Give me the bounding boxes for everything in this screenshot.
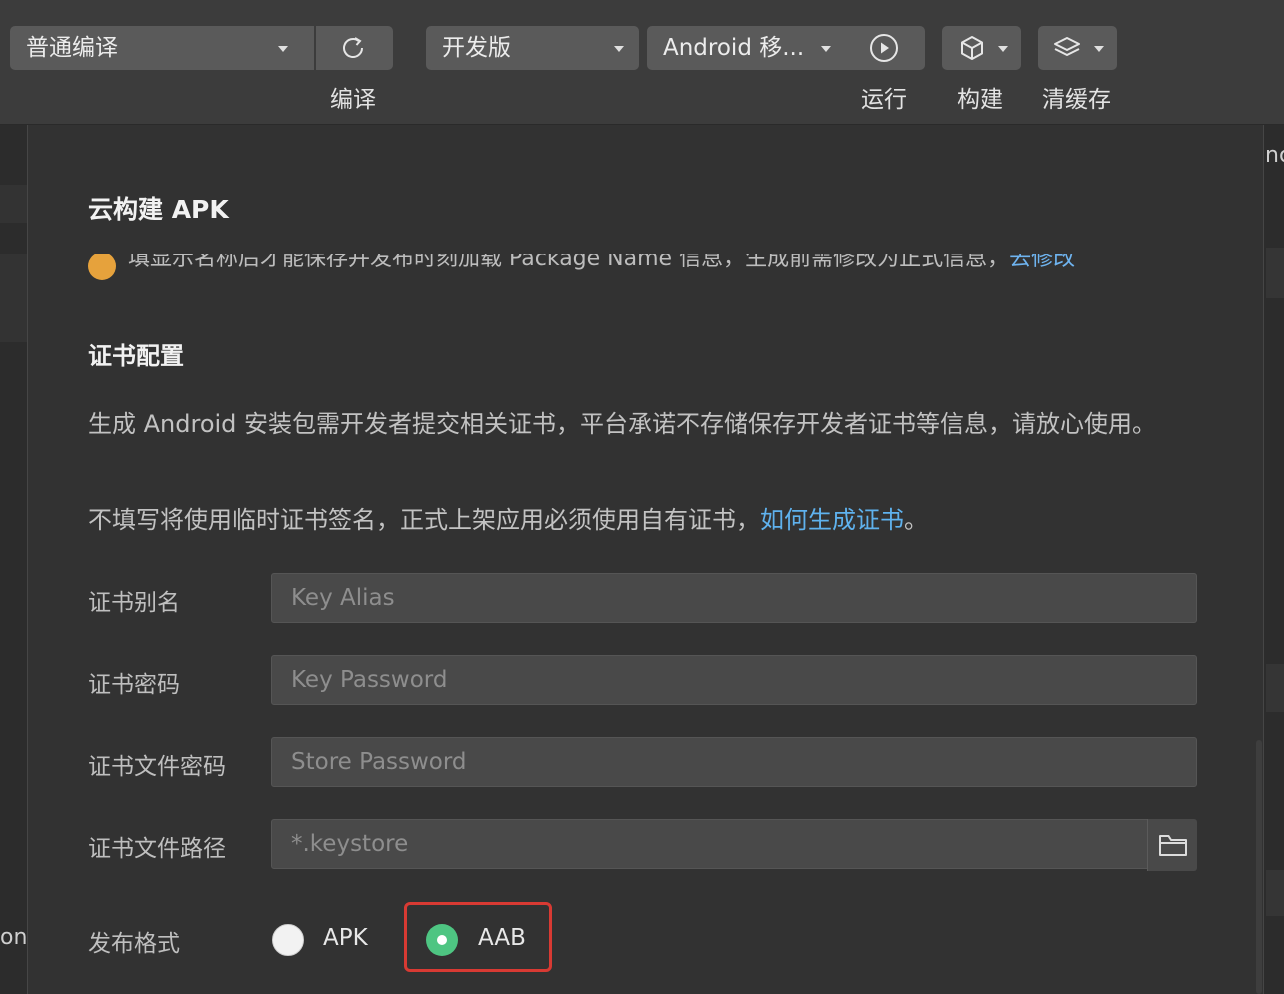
- screen: 普通编译 编译 开发版 Android 移... 运行 构建 清缓存 on n …: [0, 0, 1284, 994]
- compile-mode-value: 普通编译: [26, 35, 118, 61]
- apk-radio[interactable]: [272, 924, 304, 956]
- folder-icon: [1159, 835, 1187, 856]
- compile-label: 编译: [330, 87, 376, 113]
- build-label: 构建: [957, 87, 1003, 113]
- clear-cache-button[interactable]: [1038, 26, 1117, 70]
- highlight-box: [404, 902, 552, 972]
- refresh-icon: [343, 37, 363, 59]
- toolbar: 普通编译 编译 开发版 Android 移... 运行 构建 清缓存: [0, 0, 1284, 125]
- clear-cache-label: 清缓存: [1042, 87, 1111, 113]
- browse-folder-button[interactable]: [1147, 819, 1197, 871]
- dialog-title: 云构建 APK: [88, 195, 229, 224]
- keystore-path-label: 证书文件路径: [88, 836, 226, 862]
- how-to-generate-cert-link[interactable]: 如何生成证书: [760, 506, 904, 534]
- key-password-input[interactable]: [271, 655, 1197, 705]
- notice-message: 填显示名称后才能保存并发布时刻加载 Package Name 信息，生成前需修改…: [128, 254, 1010, 271]
- cert-hint: 不填写将使用临时证书签名，正式上架应用必须使用自有证书，如何生成证书。: [88, 500, 1198, 540]
- left-peek-text: on: [0, 925, 28, 950]
- notice-link[interactable]: 去修改: [1009, 254, 1075, 271]
- notice-text: 填显示名称后才能保存并发布时刻加载 Package Name 信息，生成前需修改…: [128, 254, 1075, 272]
- right-background-band: [1266, 870, 1284, 916]
- cert-description: 生成 Android 安装包需开发者提交相关证书，平台承诺不存储保存开发者证书等…: [88, 410, 1157, 438]
- run-label: 运行: [861, 87, 907, 113]
- right-background-band: [1266, 664, 1284, 712]
- chevron-down-icon: [998, 46, 1008, 52]
- version-select[interactable]: 开发版: [426, 26, 639, 70]
- warning-icon: [88, 254, 116, 280]
- chevron-down-icon: [821, 46, 831, 52]
- version-value: 开发版: [442, 35, 511, 61]
- cert-section-title: 证书配置: [88, 342, 184, 370]
- notice-row: 填显示名称后才能保存并发布时刻加载 Package Name 信息，生成前需修改…: [88, 254, 1088, 282]
- cert-hint-text: 不填写将使用临时证书签名，正式上架应用必须使用自有证书，: [88, 506, 760, 534]
- key-alias-input[interactable]: [271, 573, 1197, 623]
- apk-radio-label[interactable]: APK: [323, 925, 368, 951]
- store-password-input[interactable]: [271, 737, 1197, 787]
- cube-icon: [961, 36, 983, 60]
- keystore-path-input[interactable]: [271, 819, 1148, 869]
- key-alias-label: 证书别名: [88, 590, 180, 616]
- scrollbar[interactable]: [1256, 740, 1262, 994]
- store-password-label: 证书文件密码: [88, 754, 226, 780]
- platform-value: Android 移...: [663, 35, 805, 61]
- play-icon[interactable]: [869, 33, 899, 63]
- layers-icon: [1054, 37, 1080, 56]
- compile-mode-select[interactable]: 普通编译: [10, 26, 314, 70]
- right-background-band: [1266, 248, 1284, 298]
- left-background-band: [0, 185, 27, 223]
- release-format-label: 发布格式: [88, 931, 180, 957]
- build-button[interactable]: [942, 26, 1021, 70]
- compile-button[interactable]: [316, 26, 393, 70]
- chevron-down-icon: [614, 46, 624, 52]
- cert-hint-end: 。: [904, 506, 928, 534]
- chevron-down-icon: [278, 46, 288, 52]
- chevron-down-icon: [1094, 46, 1104, 52]
- right-peek-text: nc: [1265, 143, 1284, 168]
- platform-select[interactable]: Android 移...: [647, 26, 925, 70]
- left-background-band: [0, 254, 27, 342]
- key-password-label: 证书密码: [88, 672, 180, 698]
